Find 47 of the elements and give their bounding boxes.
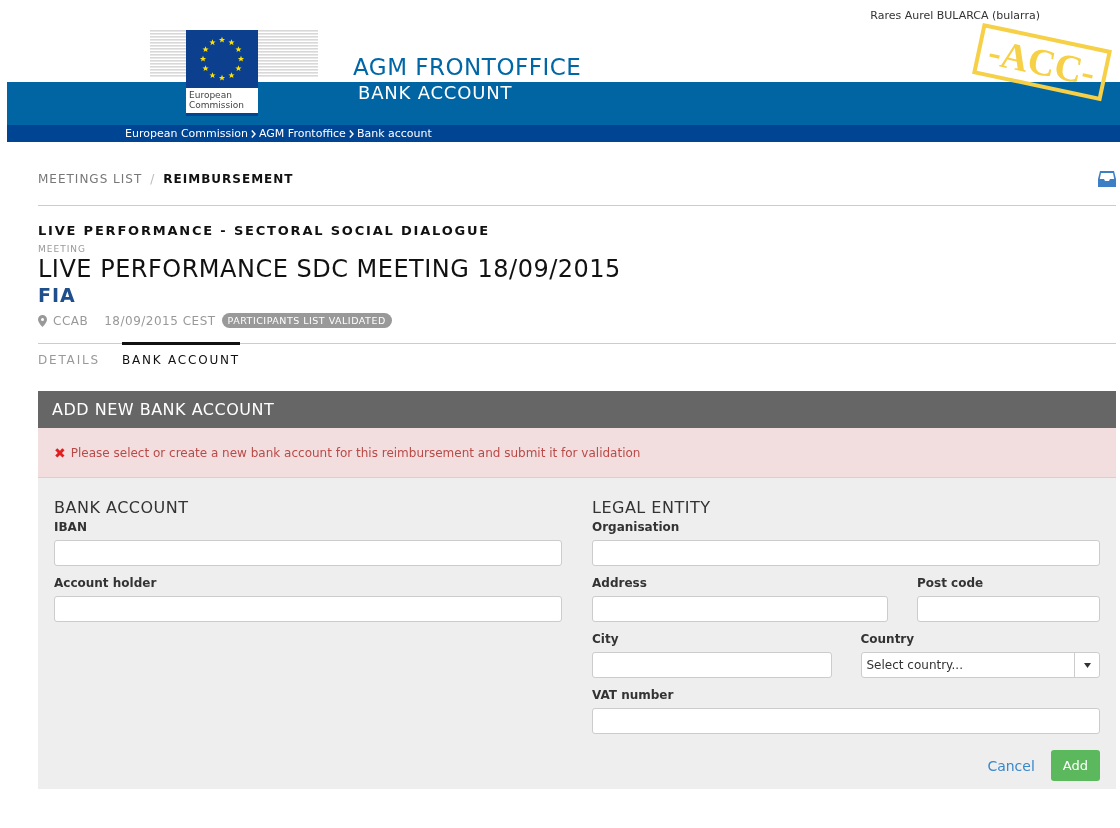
input-field[interactable] [592,652,832,678]
location-text: CCAB [53,313,89,328]
field-label: Organisation [592,520,681,534]
page-title: BANK ACCOUNT [358,82,513,103]
app-title: AGM FRONTOFFICE [353,54,582,82]
section-title: BANK ACCOUNT [54,498,190,517]
field-label: Post code [917,576,985,590]
input-field[interactable] [592,708,1100,734]
breadcrumb-link[interactable]: MEETINGS LIST [38,171,143,186]
inbox-icon[interactable] [1098,170,1116,187]
error-icon: ✖ [54,445,66,461]
breadcrumb-separator: / [150,171,156,186]
field-label: VAT number [592,688,675,702]
breadcrumb-link[interactable]: REIMBURSEMENT [163,171,294,186]
building-drawing [258,30,318,80]
error-message: Please select or create a new bank account for this reimbursement and submit it for validation [70,446,641,460]
date-text: 18/09/2015 CEST [104,313,216,328]
chevron-icon [251,129,256,138]
input-field[interactable] [592,540,1100,566]
panel-title: ADD NEW BANK ACCOUNT [38,391,1116,428]
breadcrumb-link[interactable]: AGM Frontoffice [259,127,346,140]
caret-icon [1083,662,1091,668]
input-field[interactable] [54,596,562,622]
user-name: Rares Aurel BULARCA (bularra) [870,8,1040,22]
field-label: Country [860,632,916,646]
section-title: LEGAL ENTITY [592,498,712,517]
status-badge: PARTICIPANTS LIST VALIDATED [221,313,392,328]
logo-text: European Commission [186,88,258,116]
eu-flag-icon [186,30,258,88]
location-pin-icon [38,314,47,327]
chevron-icon [348,129,354,138]
input-field[interactable] [917,596,1100,622]
field-label: Address [592,576,648,590]
meeting-group: LIVE PERFORMANCE - SECTORAL SOCIAL DIALOGUE [38,223,1116,238]
country-select[interactable]: Select country... [860,652,1100,678]
organisation-name: FIA [38,284,77,306]
input-field[interactable] [54,540,562,566]
breadcrumb-link[interactable]: European Commission [125,127,248,140]
field-label: Account holder [54,576,158,590]
field-label: City [592,632,620,646]
breadcrumb-link[interactable]: Bank account [356,127,432,140]
building-drawing [150,30,186,80]
meeting-title: LIVE PERFORMANCE SDC MEETING 18/09/2015 [38,254,622,284]
tab[interactable]: BANK ACCOUNT [121,342,240,376]
input-field[interactable] [592,596,888,622]
meeting-type-label: MEETING [38,244,87,254]
field-label: IBAN [54,520,88,534]
